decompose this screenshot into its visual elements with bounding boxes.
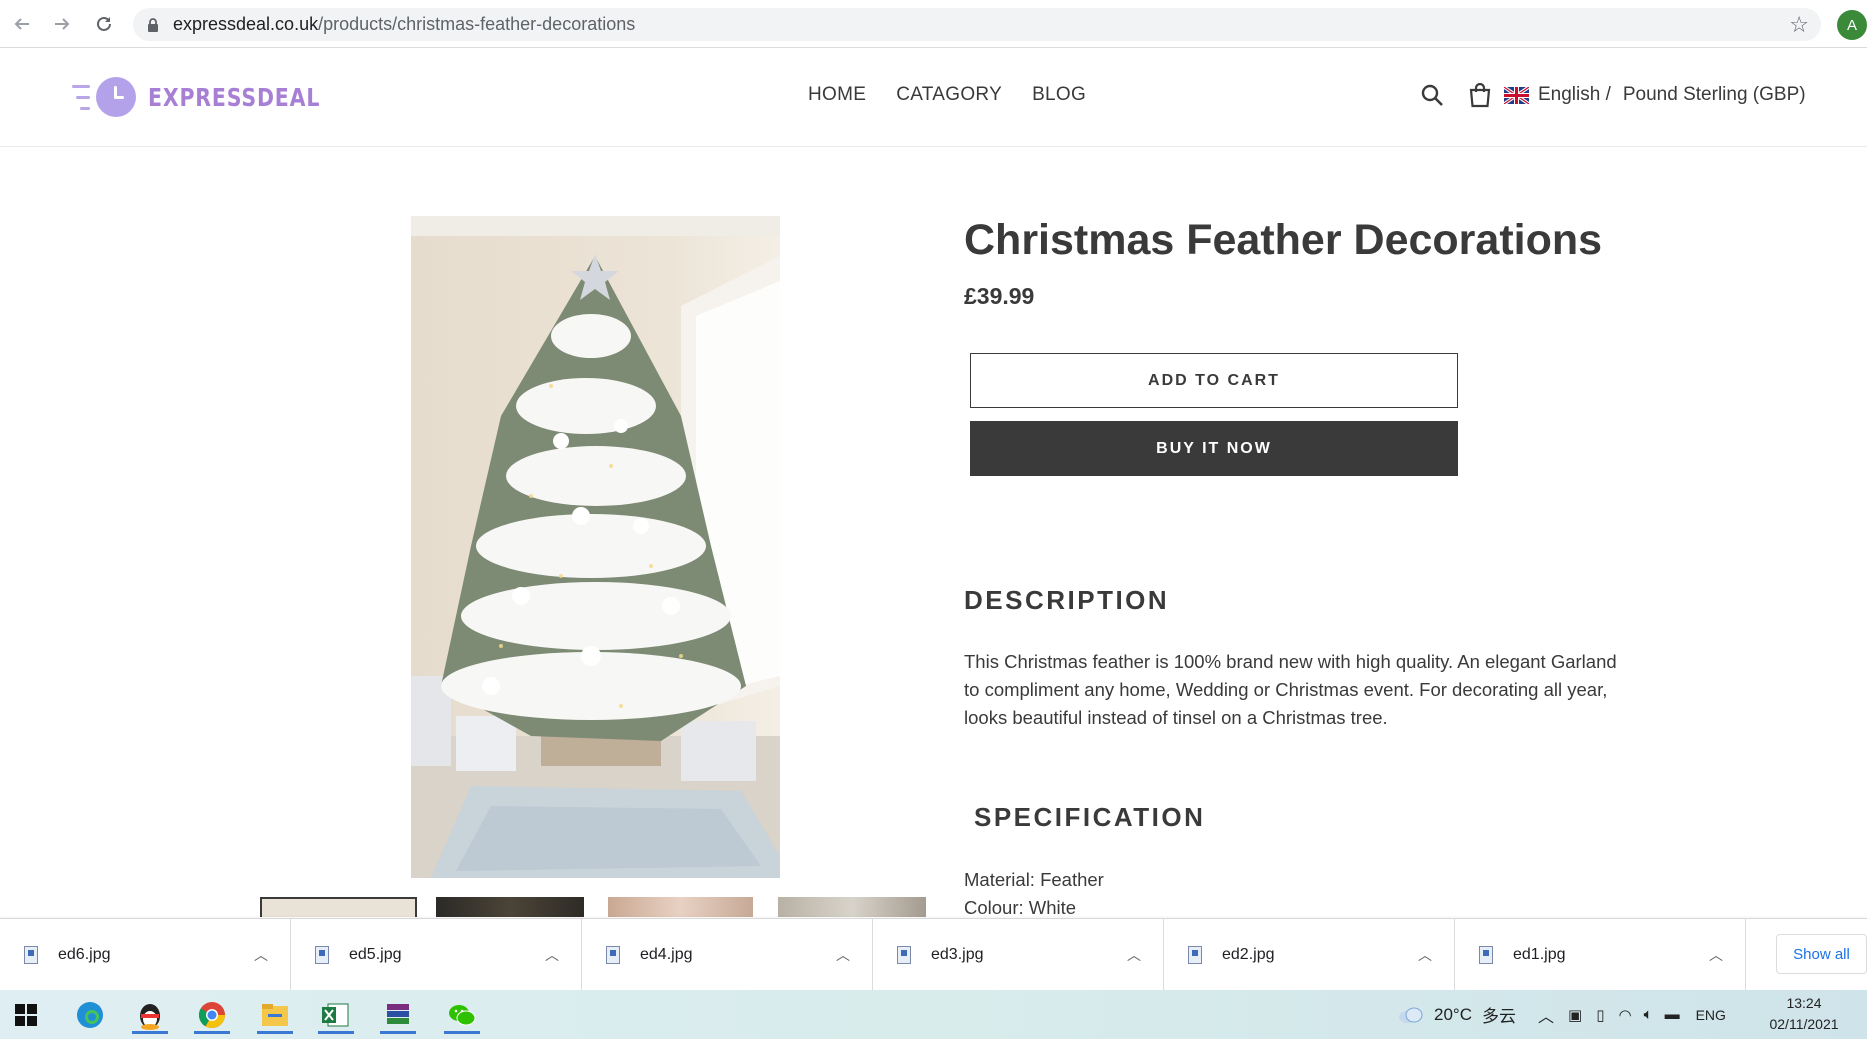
downloads-bar: ed6.jpg ︿ ed5.jpg ︿ ed4.jpg ︿ ed3.jpg ︿ … [0, 918, 1867, 991]
excel-icon[interactable] [314, 996, 358, 1034]
add-to-cart-button[interactable]: ADD TO CART [970, 353, 1458, 408]
logo-lines-icon [70, 79, 92, 115]
product-main-image[interactable] [411, 216, 780, 878]
language-selector[interactable]: English / [1538, 84, 1611, 106]
image-file-icon [897, 946, 911, 964]
download-filename: ed2.jpg [1222, 946, 1275, 963]
thumbnail-2[interactable] [436, 897, 584, 917]
nav-catagory[interactable]: CATAGORY [896, 84, 1002, 106]
show-all-downloads-button[interactable]: Show all [1776, 934, 1867, 974]
nav-blog[interactable]: BLOG [1032, 84, 1086, 106]
chevron-up-icon[interactable]: ︿ [1538, 1003, 1554, 1027]
bookmark-star-icon[interactable]: ☆ [1789, 12, 1809, 38]
cloud-icon [1399, 1007, 1423, 1023]
thumbnail-1[interactable] [260, 897, 417, 917]
security-icon[interactable]: ▣ [1568, 1006, 1582, 1024]
weather-description: 多云 [1481, 1007, 1516, 1026]
download-item[interactable]: ed2.jpg ︿ [1164, 919, 1455, 991]
download-item[interactable]: ed5.jpg ︿ [291, 919, 582, 991]
product-price: £39.99 [964, 283, 1035, 309]
url-path: /products/christmas-feather-decorations [318, 14, 636, 34]
chevron-up-icon[interactable]: ︿ [545, 945, 559, 965]
chevron-up-icon[interactable]: ︿ [836, 945, 850, 965]
image-file-icon [24, 946, 38, 964]
input-language[interactable]: ENG [1696, 1007, 1726, 1023]
download-filename: ed4.jpg [640, 946, 693, 963]
url-domain: expressdeal.co.uk [173, 14, 319, 34]
system-clock[interactable]: 13:24 02/11/2021 [1762, 993, 1846, 1035]
volume-muted-icon[interactable]: 🔈︎ [1644, 1006, 1653, 1023]
reload-icon[interactable] [90, 10, 118, 38]
wifi-icon[interactable]: ◠ [1618, 1006, 1631, 1024]
uk-flag-icon [1504, 86, 1529, 104]
site-header: EXPRESSDEAL HOME CATAGORY BLOG English /… [0, 48, 1867, 147]
clock-date: 02/11/2021 [1769, 1016, 1839, 1032]
chrome-icon[interactable] [190, 996, 234, 1034]
product-title: Christmas Feather Decorations [964, 216, 1603, 264]
file-explorer-icon[interactable] [253, 996, 297, 1034]
url-text: expressdeal.co.uk/products/christmas-fea… [173, 14, 635, 35]
chevron-up-icon[interactable]: ︿ [1127, 945, 1141, 965]
system-tray: ︿ ▣ ▯ ◠ 🔈︎ ▬ ENG [1538, 990, 1726, 1039]
winrar-icon[interactable] [376, 996, 420, 1034]
image-file-icon [1479, 946, 1493, 964]
edge-browser-icon[interactable] [68, 996, 112, 1034]
qq-penguin-icon[interactable] [128, 996, 172, 1034]
clock-time: 13:24 [1786, 995, 1822, 1011]
description-heading: DESCRIPTION [964, 585, 1170, 615]
weather-temperature: 20°C [1434, 1004, 1472, 1024]
weather-widget[interactable]: 20°C 多云 [1398, 990, 1516, 1039]
search-icon[interactable] [1420, 83, 1444, 107]
windows-start-icon[interactable] [4, 996, 48, 1034]
chevron-up-icon[interactable]: ︿ [254, 945, 268, 965]
nav-home[interactable]: HOME [808, 84, 866, 106]
cart-bag-icon[interactable] [1468, 82, 1492, 108]
logo-text: EXPRESSDEAL [148, 82, 321, 112]
lock-icon [148, 17, 158, 32]
download-item[interactable]: ed4.jpg ︿ [582, 919, 873, 991]
specification-list: Material: Feather Colour: White [964, 866, 1104, 922]
thumbnail-4[interactable] [778, 897, 926, 917]
thumbnail-3[interactable] [608, 897, 753, 917]
image-file-icon [315, 946, 329, 964]
header-tools: English / Pound Sterling (GBP) [1420, 82, 1806, 108]
download-item[interactable]: ed6.jpg ︿ [0, 919, 291, 991]
download-item[interactable]: ed3.jpg ︿ [873, 919, 1164, 991]
download-filename: ed5.jpg [349, 946, 402, 963]
download-filename: ed3.jpg [931, 946, 984, 963]
site-logo[interactable]: EXPRESSDEAL [70, 75, 358, 119]
back-arrow-icon[interactable] [8, 10, 36, 38]
download-item[interactable]: ed1.jpg ︿ [1455, 919, 1746, 991]
battery-icon[interactable]: ▬ [1665, 1006, 1680, 1023]
specification-heading: SPECIFICATION [974, 802, 1206, 832]
wechat-icon[interactable] [440, 996, 484, 1034]
clock-icon [96, 77, 136, 117]
currency-selector[interactable]: Pound Sterling (GBP) [1623, 84, 1806, 106]
address-bar[interactable]: expressdeal.co.uk/products/christmas-fea… [133, 8, 1821, 41]
spec-material: Material: Feather [964, 869, 1104, 890]
windows-taskbar: 20°C 多云 ︿ ▣ ▯ ◠ 🔈︎ ▬ ENG 13:24 02/11/202… [0, 990, 1867, 1039]
download-filename: ed6.jpg [58, 946, 111, 963]
profile-avatar[interactable]: A [1837, 10, 1867, 40]
chevron-up-icon[interactable]: ︿ [1709, 945, 1723, 965]
forward-arrow-icon[interactable] [48, 10, 76, 38]
image-file-icon [1188, 946, 1202, 964]
buy-it-now-button[interactable]: BUY IT NOW [970, 421, 1458, 476]
browser-toolbar: expressdeal.co.uk/products/christmas-fea… [0, 0, 1867, 48]
image-file-icon [606, 946, 620, 964]
chevron-up-icon[interactable]: ︿ [1418, 945, 1432, 965]
usb-icon[interactable]: ▯ [1596, 1006, 1604, 1024]
main-nav: HOME CATAGORY BLOG [808, 84, 1086, 106]
description-text: This Christmas feather is 100% brand new… [964, 651, 1617, 728]
download-filename: ed1.jpg [1513, 946, 1566, 963]
